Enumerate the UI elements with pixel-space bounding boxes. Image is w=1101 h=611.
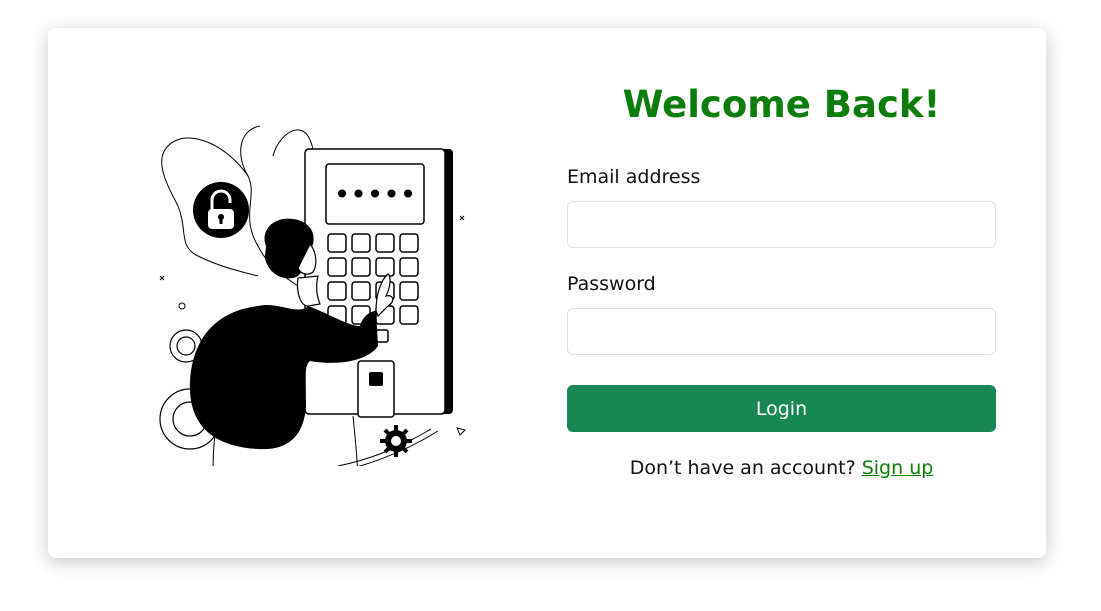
security-keypad-illustration: ••••• [159,125,466,466]
signup-link[interactable]: Sign up [862,457,934,479]
signup-prompt: Don’t have an account? [629,457,862,479]
email-field[interactable] [567,201,996,248]
login-card: ••••• Welcome Back! Email address Passwo… [48,28,1046,558]
keypad-icon: ••••• [304,148,453,418]
signup-prompt-line: Don’t have an account? Sign up [567,455,996,481]
login-button[interactable]: Login [567,385,996,432]
page-title: Welcome Back! [622,83,941,126]
password-field[interactable] [567,308,996,355]
email-label: Email address [567,166,701,188]
keypad-display: ••••• [334,178,417,211]
password-label: Password [567,273,656,295]
padlock-icon [193,182,249,238]
